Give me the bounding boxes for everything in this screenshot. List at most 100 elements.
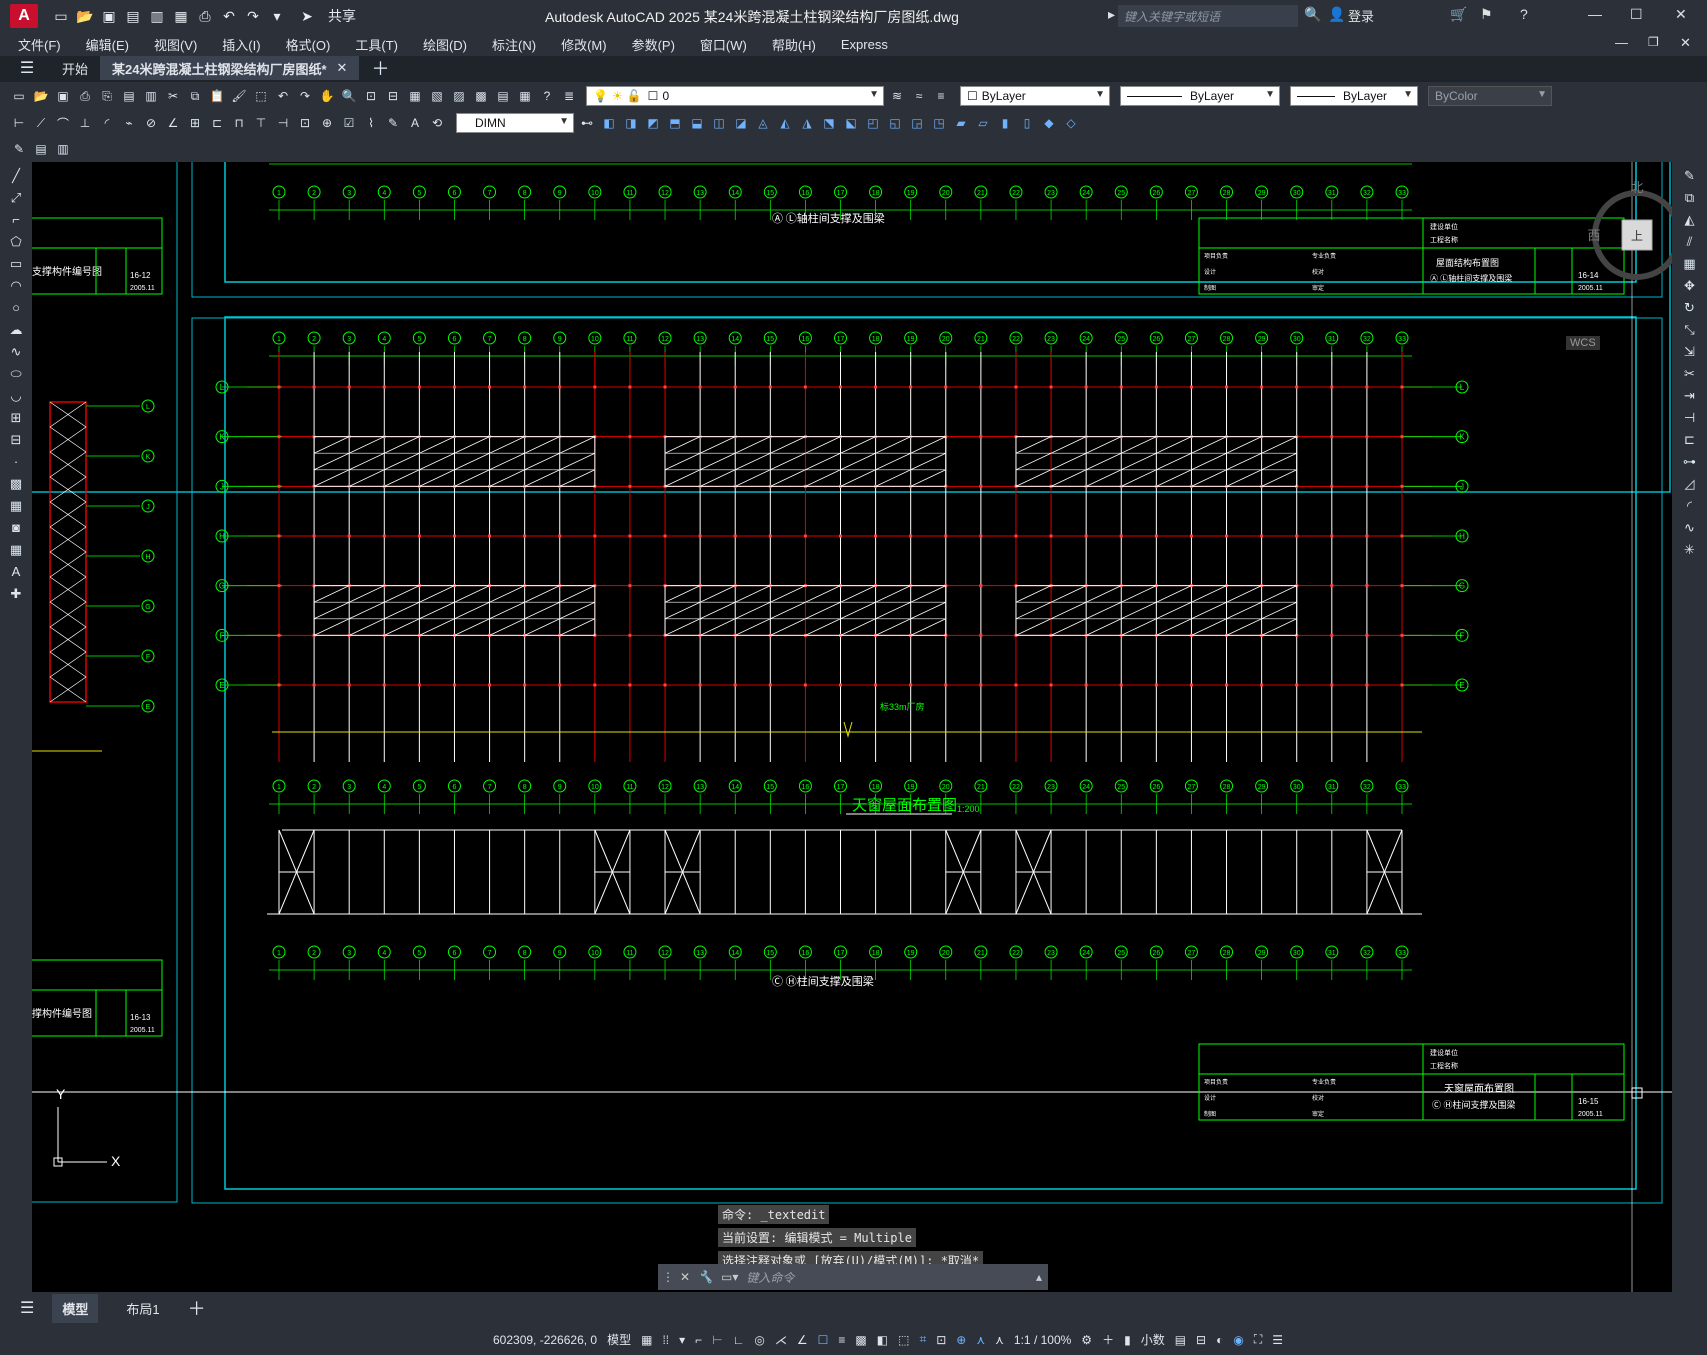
face-offset-icon[interactable]: ▰: [952, 115, 970, 131]
grip-handle-icon[interactable]: ⋮: [662, 1270, 674, 1284]
menu-view[interactable]: 视图(V): [154, 35, 197, 54]
3d-osnap-icon[interactable]: ⬚: [898, 1333, 909, 1347]
command-close-icon[interactable]: ✕: [680, 1270, 690, 1284]
dim-style-manager-icon[interactable]: ⊷: [578, 115, 596, 131]
dim-radius-icon[interactable]: ◜: [98, 115, 116, 131]
close-icon[interactable]: ✕: [1675, 6, 1687, 23]
layout-menu-icon[interactable]: ☰: [20, 1298, 34, 1318]
arc-icon[interactable]: ◠: [10, 278, 21, 296]
isolate-objects-icon[interactable]: ◐: [1216, 1333, 1223, 1347]
line-icon[interactable]: ╱: [12, 168, 20, 186]
dim-jogged-icon[interactable]: ⌁: [120, 115, 138, 131]
ellipse-icon[interactable]: ⬭: [10, 366, 21, 384]
circle-icon[interactable]: ○: [12, 300, 20, 318]
zoom-realtime-icon[interactable]: 🔍: [340, 88, 358, 104]
zoom-previous-icon[interactable]: ⊟: [384, 88, 402, 104]
open-file-icon[interactable]: 📂: [32, 88, 50, 104]
construction-line-icon[interactable]: ⤢: [11, 190, 21, 208]
gradient-icon[interactable]: ▦: [10, 498, 22, 516]
ortho-icon[interactable]: ∟: [733, 1333, 745, 1347]
polar-icon[interactable]: ◎: [754, 1333, 764, 1347]
hamburger-menu-icon[interactable]: ☰: [18, 60, 36, 77]
autocad-logo[interactable]: A: [10, 4, 38, 28]
annotation-visibility-icon[interactable]: ⋏: [976, 1333, 985, 1347]
tab-drawing[interactable]: 某24米跨混凝土柱钢梁结构厂房图纸* ✕: [100, 56, 360, 80]
tab-layout1[interactable]: 布局1: [116, 1294, 169, 1323]
spline-icon[interactable]: ∿: [11, 344, 22, 362]
help-icon[interactable]: ?: [1520, 6, 1528, 22]
make-current-icon[interactable]: ≋: [888, 88, 906, 104]
print-icon[interactable]: ⎙: [76, 88, 94, 104]
customize-statusbar-icon[interactable]: ☰: [1272, 1333, 1283, 1347]
break-icon[interactable]: ⊏: [1684, 432, 1695, 450]
undo-icon[interactable]: ↶: [220, 8, 238, 25]
clean-screen-icon[interactable]: ⛶: [1254, 1332, 1262, 1347]
subtract-icon[interactable]: ◪: [732, 115, 750, 131]
search-input[interactable]: 键入关键字或短语: [1118, 5, 1298, 27]
revcloud-icon[interactable]: ☁: [10, 322, 23, 340]
menu-file[interactable]: 文件(F): [18, 35, 61, 54]
units-value[interactable]: 小数: [1141, 1331, 1165, 1348]
viewcube[interactable]: 上 北 西 东: [1582, 180, 1672, 290]
tab-close-icon[interactable]: ✕: [337, 60, 348, 76]
isodraft-icon[interactable]: ⋌: [775, 1333, 787, 1347]
copy-icon[interactable]: ⧉: [186, 88, 204, 104]
selection-filter-icon[interactable]: ⊡: [936, 1333, 946, 1347]
face-rotate-icon[interactable]: ▮: [996, 115, 1014, 131]
publish-dwf-icon[interactable]: ▤: [120, 88, 138, 104]
customize-dropdown-icon[interactable]: ▾: [268, 8, 286, 25]
selection-cycling-icon[interactable]: ◧: [877, 1333, 888, 1347]
interfere-icon[interactable]: ⬔: [820, 115, 838, 131]
snap-dropdown-icon[interactable]: ▾: [679, 1333, 685, 1347]
undo-tb-icon[interactable]: ↶: [274, 88, 292, 104]
cut-icon[interactable]: ✂: [164, 88, 182, 104]
section-icon[interactable]: ◮: [798, 115, 816, 131]
table-icon[interactable]: ▦: [10, 542, 22, 560]
break-at-point-icon[interactable]: ⊣: [1684, 410, 1695, 428]
match-prop-icon[interactable]: 🖌: [230, 88, 248, 104]
insert-block-icon[interactable]: ⊞: [11, 410, 22, 428]
explode-icon[interactable]: ✳: [1684, 542, 1695, 560]
stretch-icon[interactable]: ⇲: [1684, 344, 1695, 362]
add-layout-icon[interactable]: ＋: [188, 1295, 206, 1321]
snap-icon[interactable]: ⁞⁞: [662, 1333, 669, 1347]
markup-icon[interactable]: ▤: [494, 88, 512, 104]
help-tb-icon[interactable]: ?: [538, 88, 556, 104]
doc-restore-icon[interactable]: ❐: [1648, 35, 1659, 49]
find-icon[interactable]: ▤: [32, 141, 50, 157]
fillet-edge-icon[interactable]: ◰: [864, 115, 882, 131]
solid-cone-icon[interactable]: ◩: [644, 115, 662, 131]
move-icon[interactable]: ✥: [1684, 278, 1695, 296]
grid-icon[interactable]: ▦: [641, 1333, 652, 1347]
face-taper-icon[interactable]: ▯: [1018, 115, 1036, 131]
jogged-linear-icon[interactable]: ⌇: [362, 115, 380, 131]
menu-insert[interactable]: 插入(I): [222, 35, 260, 54]
union-icon[interactable]: ◫: [710, 115, 728, 131]
rotate-icon[interactable]: ↻: [1684, 300, 1695, 318]
zoom-window-icon[interactable]: ⊡: [362, 88, 380, 104]
doc-minimize-icon[interactable]: —: [1615, 35, 1628, 50]
quick-properties-icon[interactable]: ▤: [1175, 1333, 1186, 1347]
dim-baseline-icon[interactable]: ⊏: [208, 115, 226, 131]
inspection-icon[interactable]: ☑: [340, 115, 358, 131]
dim-aligned-icon[interactable]: ⟋: [32, 115, 50, 131]
array-icon[interactable]: ▦: [1683, 256, 1695, 274]
print-preview-icon[interactable]: ⎘: [98, 88, 116, 104]
save-icon[interactable]: ▣: [100, 8, 118, 25]
dim-text-edit-icon[interactable]: A: [406, 115, 424, 131]
solid-wedge-icon[interactable]: ◨: [622, 115, 640, 131]
dim-diameter-icon[interactable]: ⊘: [142, 115, 160, 131]
scale-icon[interactable]: ⤡: [1684, 322, 1694, 340]
fillet-icon[interactable]: ◜: [1687, 498, 1692, 516]
compass-west[interactable]: 西: [1587, 228, 1600, 243]
recent-commands-icon[interactable]: ▭▾: [721, 1270, 738, 1284]
mirror-icon[interactable]: ◭: [1685, 212, 1695, 230]
extrude-icon[interactable]: ⬒: [666, 115, 684, 131]
object-snap-icon[interactable]: ☐: [818, 1333, 829, 1347]
dim-space-icon[interactable]: ⊤: [252, 115, 270, 131]
hatch-icon[interactable]: ▩: [10, 476, 22, 494]
tolerance-icon[interactable]: ⊡: [296, 115, 314, 131]
layer-dropdown[interactable]: 💡 ☀ 🔓 ☐ 0 ▼: [586, 86, 884, 106]
copy-object-icon[interactable]: ⧉: [1685, 190, 1694, 208]
face-delete-icon[interactable]: ▱: [974, 115, 992, 131]
